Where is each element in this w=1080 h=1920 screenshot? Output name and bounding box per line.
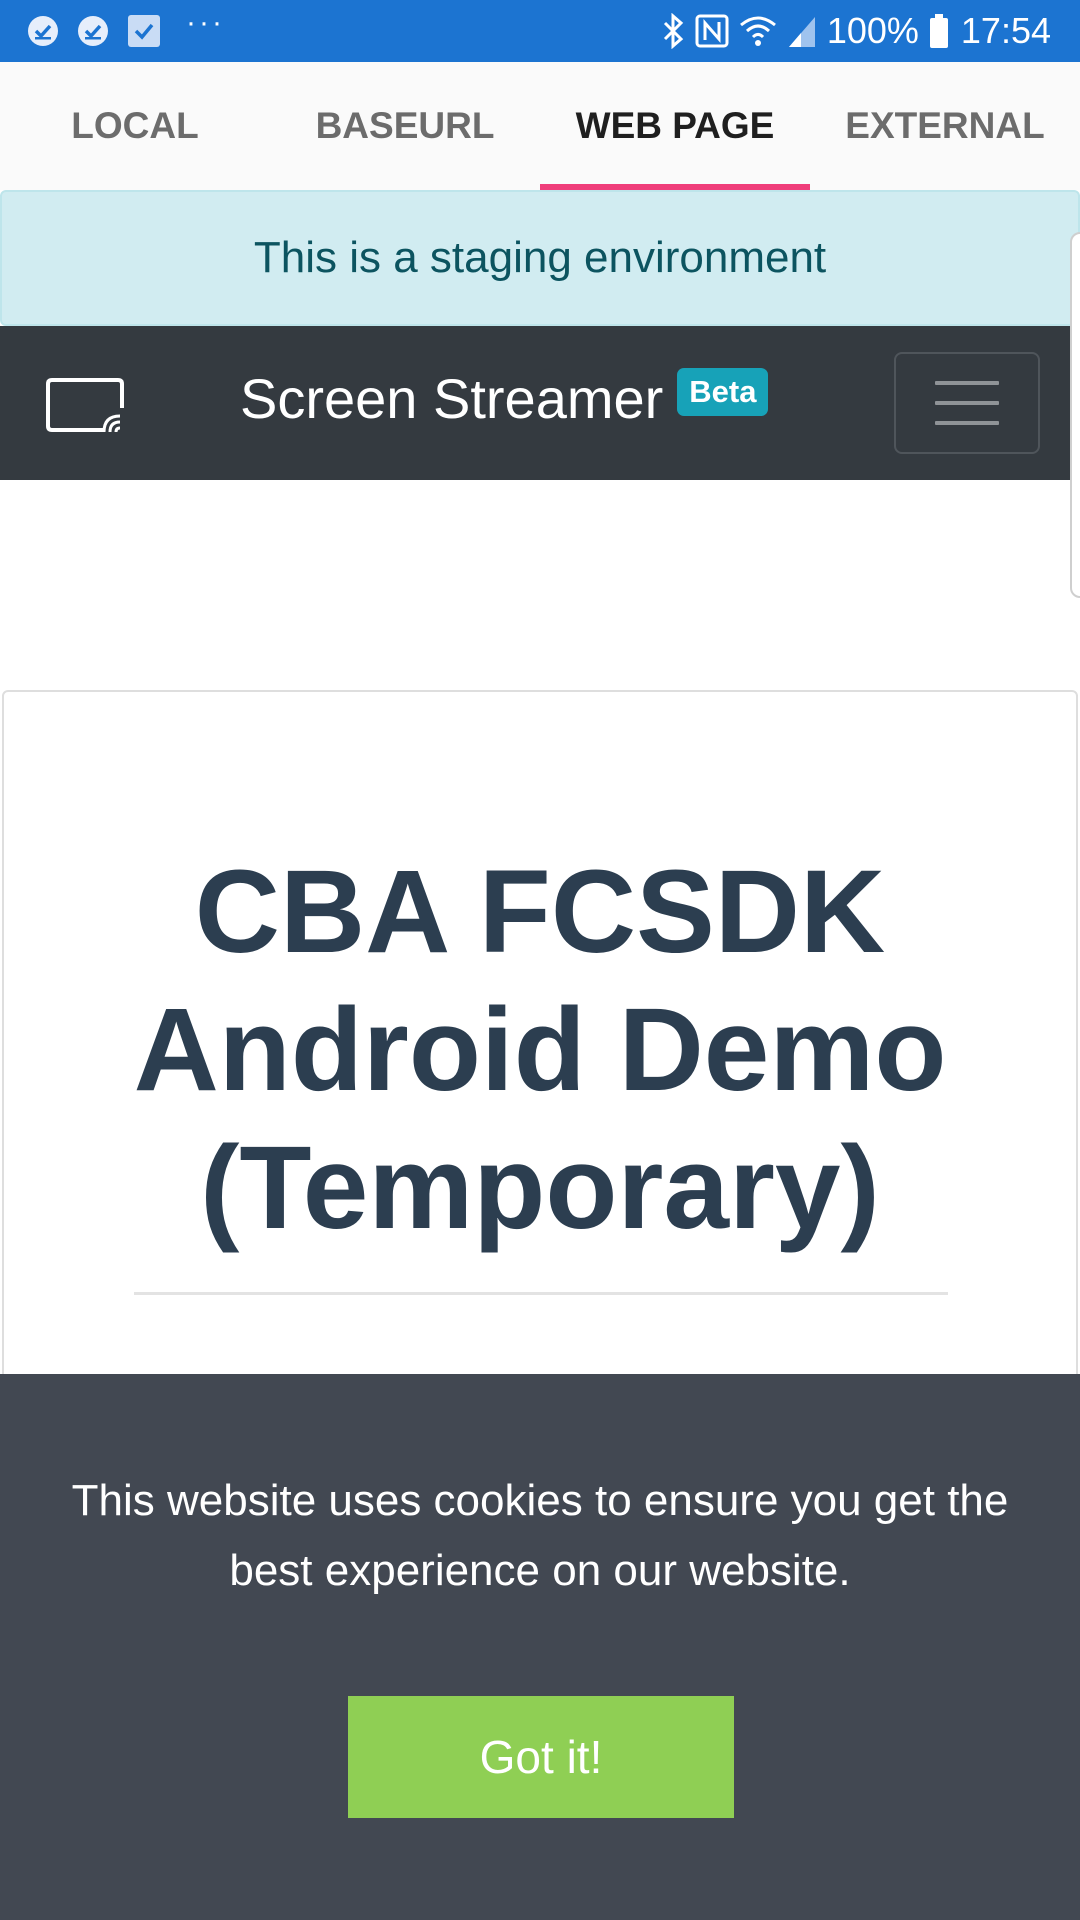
hamburger-menu-icon xyxy=(935,401,999,405)
hamburger-menu-icon xyxy=(935,421,999,425)
clock: 17:54 xyxy=(960,10,1051,51)
tab-web-page[interactable]: WEB PAGE xyxy=(540,62,810,190)
tab-label: LOCAL xyxy=(71,105,199,146)
status-bar: ··· 100% 17:54 xyxy=(0,0,1080,62)
brand-name: Screen Streamer xyxy=(240,367,664,430)
tab-label: WEB PAGE xyxy=(575,105,775,146)
navbar: Screen Streamer Beta xyxy=(0,326,1080,480)
signal-icon xyxy=(787,13,817,49)
checkmark-circle-icon xyxy=(76,14,110,48)
tab-label: BASEURL xyxy=(315,105,495,146)
system-icons: 100% 17:54 xyxy=(651,10,1051,52)
cookie-banner: This website uses cookies to ensure you … xyxy=(0,1374,1080,1920)
tab-local[interactable]: LOCAL xyxy=(0,62,270,190)
brand[interactable]: Screen Streamer Beta xyxy=(240,366,769,431)
more-notifications-icon: ··· xyxy=(186,6,225,39)
wifi-icon xyxy=(739,13,777,49)
tab-baseurl[interactable]: BASEURL xyxy=(270,62,540,190)
screen: ··· 100% 17:54 LOCAL BASEURL WEB PAGE EX… xyxy=(0,0,1080,1920)
battery-icon xyxy=(929,13,949,49)
accept-cookies-button[interactable]: Got it! xyxy=(348,1696,734,1818)
scroll-handle[interactable] xyxy=(1070,232,1080,598)
bluetooth-icon xyxy=(661,13,685,49)
cast-icon[interactable] xyxy=(46,378,128,439)
divider xyxy=(134,1292,948,1295)
page-title: CBA FCSDK Android Demo (Temporary) xyxy=(133,846,947,1254)
hamburger-menu-button[interactable] xyxy=(894,352,1040,454)
staging-alert-text: This is a staging environment xyxy=(253,233,827,282)
tab-bar: LOCAL BASEURL WEB PAGE EXTERNAL xyxy=(0,62,1080,190)
checkbox-icon xyxy=(126,13,162,49)
tab-external[interactable]: EXTERNAL xyxy=(810,62,1080,190)
battery-percentage: 100% xyxy=(826,10,919,51)
checkmark-circle-icon xyxy=(26,14,60,48)
cookie-message: This website uses cookies to ensure you … xyxy=(71,1476,1009,1595)
notification-icons: ··· xyxy=(26,8,225,49)
beta-badge: Beta xyxy=(677,368,769,416)
hamburger-menu-icon xyxy=(935,381,999,385)
nfc-icon xyxy=(695,13,729,49)
tab-label: EXTERNAL xyxy=(845,105,1045,146)
staging-alert: This is a staging environment xyxy=(0,190,1080,326)
